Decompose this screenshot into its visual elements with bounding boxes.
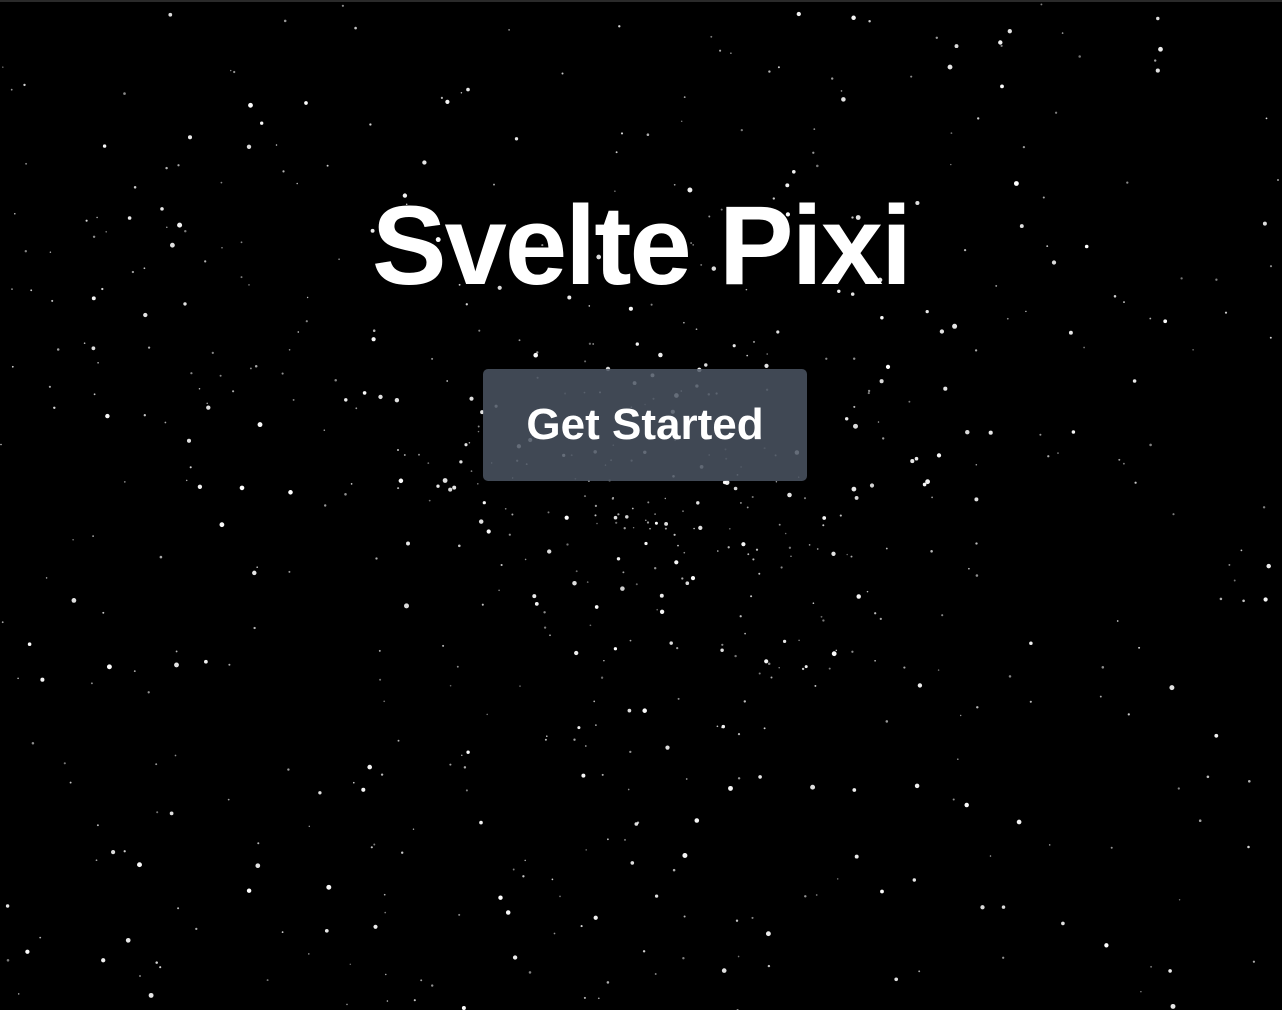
page-title: Svelte Pixi — [371, 183, 912, 308]
get-started-button[interactable]: Get Started — [483, 369, 807, 481]
hero-section: Svelte Pixi Get Started — [0, 2, 1282, 1010]
app-viewport: Svelte Pixi Get Started — [0, 0, 1282, 1010]
